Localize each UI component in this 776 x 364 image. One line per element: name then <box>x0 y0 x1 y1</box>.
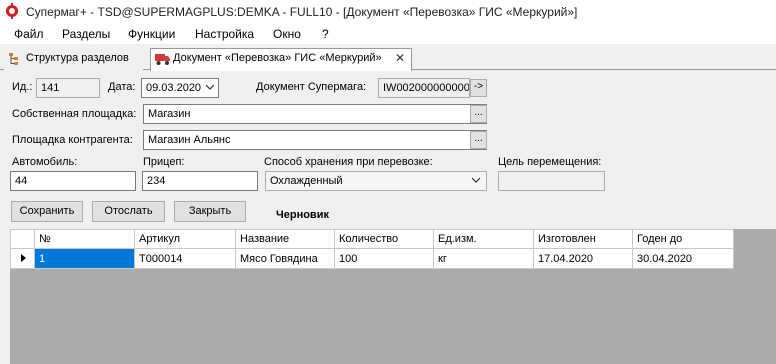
purpose-field <box>498 171 605 191</box>
tab-transport-label: Документ «Перевозка» ГИС «Меркурий» <box>173 52 382 64</box>
menu-help[interactable]: ? <box>322 27 329 41</box>
close-button[interactable]: Закрыть <box>174 201 246 222</box>
menu-functions[interactable]: Функции <box>128 27 175 41</box>
column-header-quantity[interactable]: Количество <box>334 229 434 249</box>
storage-label: Способ хранения при перевозке: <box>264 156 433 168</box>
current-row-arrow-icon[interactable] <box>10 248 35 269</box>
cell-name[interactable]: Мясо Говядина <box>235 248 335 269</box>
own-site-field[interactable]: Магазин <box>143 104 487 124</box>
contractor-site-label: Площадка контрагента: <box>12 134 133 146</box>
purpose-label: Цель перемещения: <box>498 156 602 168</box>
items-grid: № Артикул Название Количество Ед.изм. Из… <box>10 229 776 364</box>
tab-strip: Структура разделов Документ «Перевозка» … <box>0 44 776 71</box>
storage-value: Охлажденный <box>270 175 343 187</box>
menu-bar: Файл Разделы Функции Настройка Окно ? <box>0 24 776 44</box>
tree-structure-icon <box>9 53 18 65</box>
close-icon[interactable]: ✕ <box>395 51 405 65</box>
items-table: № Артикул Название Количество Ед.изм. Из… <box>10 229 734 269</box>
id-label: Ид.: <box>12 81 33 93</box>
row-header-corner <box>10 229 35 249</box>
date-picker[interactable]: 09.03.2020 <box>141 78 219 98</box>
cell-article[interactable]: T000014 <box>134 248 236 269</box>
title-bar: Супермаг+ - TSD@SUPERMAGPLUS:DEMKA - FUL… <box>0 0 776 24</box>
contractor-site-field[interactable]: Магазин Альянс <box>143 130 487 150</box>
column-header-expiry[interactable]: Годен до <box>632 229 734 249</box>
column-header-unit[interactable]: Ед.изм. <box>433 229 534 249</box>
table-row[interactable]: 1 T000014 Мясо Говядина 100 кг 17.04.202… <box>10 248 734 269</box>
open-supermag-doc-button[interactable]: -> <box>470 79 487 97</box>
send-button[interactable]: Отослать <box>92 201 165 222</box>
window-title: Супермаг+ - TSD@SUPERMAGPLUS:DEMKA - FUL… <box>26 5 578 19</box>
id-field: 141 <box>36 78 100 98</box>
save-button[interactable]: Сохранить <box>11 201 83 222</box>
supermag-doc-field: IW0020000000001 <box>378 78 470 98</box>
cell-quantity[interactable]: 100 <box>334 248 434 269</box>
truck-icon <box>155 54 170 65</box>
row-pointer-icon <box>20 253 26 262</box>
cell-manufactured[interactable]: 17.04.2020 <box>533 248 633 269</box>
menu-file[interactable]: Файл <box>14 27 44 41</box>
table-header-row: № Артикул Название Количество Ед.изм. Из… <box>10 229 734 249</box>
own-site-browse-button[interactable]: ... <box>470 105 487 123</box>
vehicle-label: Автомобиль: <box>12 156 78 168</box>
chevron-down-icon[interactable] <box>206 83 214 91</box>
menu-settings[interactable]: Настройка <box>195 27 254 41</box>
vehicle-field[interactable]: 44 <box>10 171 136 191</box>
tab-structure-label: Структура разделов <box>26 52 129 64</box>
tab-transport-document[interactable]: Документ «Перевозка» ГИС «Меркурий» ✕ <box>150 48 412 71</box>
chevron-down-icon[interactable] <box>472 176 480 184</box>
trailer-label: Прицеп: <box>143 156 185 168</box>
contractor-site-browse-button[interactable]: ... <box>470 131 487 149</box>
column-header-article[interactable]: Артикул <box>134 229 236 249</box>
column-header-number[interactable]: № <box>34 229 135 249</box>
storage-select[interactable]: Охлажденный <box>265 171 487 191</box>
menu-sections[interactable]: Разделы <box>62 27 110 41</box>
supermag-doc-label: Документ Супермага: <box>256 81 367 93</box>
column-header-manufactured[interactable]: Изготовлен <box>533 229 633 249</box>
date-value: 09.03.2020 <box>146 82 202 94</box>
status-badge: Черновик <box>276 209 329 221</box>
app-logo-icon <box>6 3 18 19</box>
own-site-label: Собственная площадка: <box>12 108 137 120</box>
date-label: Дата: <box>108 81 136 93</box>
cell-expiry[interactable]: 30.04.2020 <box>632 248 734 269</box>
cell-unit[interactable]: кг <box>433 248 534 269</box>
tab-structure[interactable]: Структура разделов <box>4 49 143 70</box>
cell-number[interactable]: 1 <box>34 248 135 269</box>
column-header-name[interactable]: Название <box>235 229 335 249</box>
trailer-field[interactable]: 234 <box>142 171 258 191</box>
menu-window[interactable]: Окно <box>273 27 301 41</box>
